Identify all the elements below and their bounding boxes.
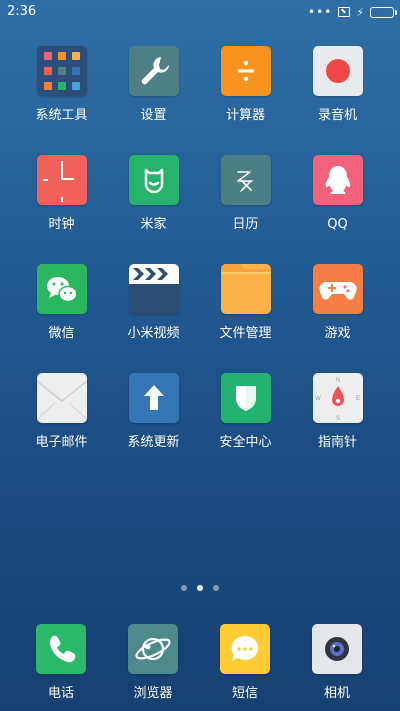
app-compass[interactable]: N S W E 指南针 (292, 373, 384, 451)
status-time: 2:36 (7, 4, 37, 19)
app-settings[interactable]: 设置 (108, 46, 200, 124)
notification-overflow-icon: ••• (308, 5, 333, 19)
dock-phone[interactable]: 电话 (15, 624, 107, 702)
app-label: 系统工具 (35, 108, 88, 123)
app-label: 小米视频 (127, 326, 180, 341)
charging-icon: ⚡ (356, 5, 364, 19)
wrench-icon (128, 46, 179, 96)
divide-icon (220, 46, 271, 96)
app-mi-video[interactable]: 小米视频 (108, 264, 200, 342)
envelope-icon (36, 373, 87, 423)
gamepad-icon (312, 264, 363, 314)
app-label: 米家 (140, 217, 167, 232)
app-games[interactable]: 游戏 (292, 264, 384, 342)
app-label: 浏览器 (133, 686, 173, 701)
app-label: 系统更新 (127, 435, 180, 450)
app-qq[interactable]: QQ (292, 155, 384, 233)
svg-text:S: S (335, 416, 339, 422)
app-label: 设置 (140, 108, 167, 123)
svg-text:E: E (355, 396, 359, 402)
svg-text:W: W (315, 396, 321, 402)
app-label: QQ (327, 217, 348, 232)
status-icons: ••• ⚡ (308, 4, 397, 20)
app-recorder[interactable]: 录音机 (292, 46, 384, 124)
shield-icon (220, 373, 271, 423)
page-indicator (0, 585, 400, 591)
app-calendar[interactable]: 日历 (200, 155, 292, 233)
app-clock[interactable]: 时钟 (16, 155, 108, 233)
battery-icon (370, 6, 397, 18)
penguin-icon (312, 155, 363, 205)
app-label: 日历 (232, 217, 259, 232)
message-icon (220, 624, 270, 674)
app-system-update[interactable]: 系统更新 (108, 373, 200, 451)
compass-icon: N S W E (312, 373, 363, 423)
app-label: 短信 (231, 686, 258, 701)
app-file-manager[interactable]: 文件管理 (200, 264, 292, 342)
calendar-icon (220, 155, 271, 205)
app-label: 微信 (48, 326, 75, 341)
page-dot-active[interactable] (197, 585, 203, 591)
app-label: 电子邮件 (35, 435, 88, 450)
wechat-icon (36, 264, 87, 314)
page-dot[interactable] (213, 585, 219, 591)
app-label: 时钟 (48, 217, 75, 232)
dock-browser[interactable]: 浏览器 (107, 624, 199, 702)
folder-icon (36, 46, 87, 96)
svg-text:N: N (335, 378, 339, 384)
video-icon (128, 264, 179, 314)
clock-icon (36, 155, 87, 205)
app-label: 文件管理 (219, 326, 272, 341)
browser-icon (128, 624, 178, 674)
app-label: 安全中心 (219, 435, 272, 450)
app-calculator[interactable]: 计算器 (200, 46, 292, 124)
app-label: 相机 (323, 686, 350, 701)
dock-camera[interactable]: 相机 (291, 624, 383, 702)
app-security-center[interactable]: 安全中心 (200, 373, 292, 451)
app-mijia[interactable]: 米家 (108, 155, 200, 233)
app-wechat[interactable]: 微信 (16, 264, 108, 342)
mijia-icon (128, 155, 179, 205)
app-system-tools[interactable]: 系统工具 (16, 46, 108, 124)
app-label: 录音机 (317, 108, 357, 123)
app-label: 指南针 (317, 435, 357, 450)
app-email[interactable]: 电子邮件 (16, 373, 108, 451)
app-label: 计算器 (225, 108, 265, 123)
record-icon (312, 46, 363, 96)
phone-icon (36, 624, 86, 674)
dock-sms[interactable]: 短信 (199, 624, 291, 702)
no-sim-icon (338, 7, 351, 17)
status-bar: 2:36 ••• ⚡ (0, 0, 400, 24)
app-label: 电话 (47, 686, 74, 701)
file-folder-icon (220, 264, 271, 314)
update-arrow-icon (128, 373, 179, 423)
app-label: 游戏 (324, 326, 351, 341)
camera-icon (312, 624, 362, 674)
page-dot[interactable] (181, 585, 187, 591)
